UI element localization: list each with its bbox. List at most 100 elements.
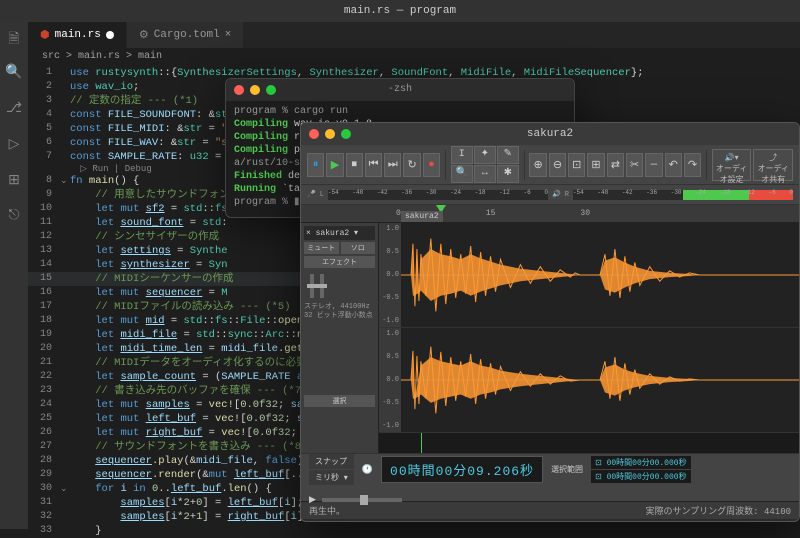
fold-gutter[interactable] xyxy=(60,510,70,524)
code-content[interactable]: fn main() { xyxy=(70,174,139,188)
tab-cargo-toml[interactable]: ⚙ Cargo.toml × xyxy=(127,22,245,48)
code-line[interactable]: 33 } xyxy=(28,524,800,538)
mic-icon[interactable]: 🎤 xyxy=(307,190,316,199)
terminal-titlebar[interactable]: -zsh xyxy=(226,79,574,101)
fold-gutter[interactable] xyxy=(60,94,70,108)
play-speed-slider[interactable] xyxy=(322,498,402,502)
audio-settings-button[interactable]: 🔊▾ オーディオ設定 xyxy=(712,149,752,181)
solo-button[interactable]: ソロ xyxy=(341,242,376,254)
snap-unit-dropdown[interactable]: ミリ秒 ▾ xyxy=(309,470,354,485)
fold-gutter[interactable] xyxy=(60,202,70,216)
select-track-button[interactable]: 選択 xyxy=(304,395,375,407)
fold-gutter[interactable] xyxy=(60,258,70,272)
zoom-tool[interactable]: 🔍 xyxy=(451,165,473,183)
skip-end-button[interactable]: ⏭ xyxy=(384,153,401,177)
zoom-traffic-icon[interactable] xyxy=(341,129,351,139)
code-content[interactable]: let mut sf2 = std::fs xyxy=(70,202,228,216)
fold-gutter[interactable] xyxy=(60,66,70,80)
code-content[interactable]: let mut samples = vec![0.0f32; samp xyxy=(70,398,316,412)
fold-gutter[interactable] xyxy=(60,496,70,510)
redo-button[interactable]: ↷ xyxy=(684,153,701,177)
code-content[interactable]: // サウンドフォントを書き込み --- (*8) xyxy=(70,440,307,454)
zoom-traffic-icon[interactable] xyxy=(266,85,276,95)
code-content[interactable]: let synthesizer = Syn xyxy=(70,258,228,272)
fold-gutter[interactable] xyxy=(60,216,70,230)
undo-button[interactable]: ↶ xyxy=(665,153,682,177)
audacity-window[interactable]: sakura2 ⏸ ▶ ⏹ ⏮ ⏭ ↻ ● I ✦ ✎ 🔍 ↔ ✱ ⊕ ⊖ ⊡ … xyxy=(300,122,800,522)
selection-tool[interactable]: I xyxy=(451,146,473,164)
fold-gutter[interactable] xyxy=(60,412,70,426)
fold-gutter[interactable] xyxy=(60,314,70,328)
close-traffic-icon[interactable] xyxy=(309,129,319,139)
pan-slider[interactable] xyxy=(320,274,324,298)
fit-project-button[interactable]: ⊞ xyxy=(587,153,604,177)
fold-gutter[interactable]: ⌄ xyxy=(60,174,70,188)
waveform-area[interactable]: sakura2 1.00.50.0-0.5-1.0 1.00.50.0-0.5-… xyxy=(379,223,799,453)
fold-gutter[interactable] xyxy=(60,468,70,482)
code-content[interactable]: const FILE_WAV: &str = "s xyxy=(70,136,228,150)
code-content[interactable]: samples[i*2+1] = right_buf[i]; xyxy=(70,510,310,524)
fold-gutter[interactable] xyxy=(60,440,70,454)
tab-main-rs[interactable]: ⬢ main.rs xyxy=(28,22,127,48)
play-meter[interactable]: -54-48-42-36-30-24-18-12-60 xyxy=(573,190,793,200)
gain-slider[interactable] xyxy=(310,274,314,298)
timeline-ruler[interactable]: 0 15 30 xyxy=(301,205,799,223)
fold-gutter[interactable] xyxy=(60,426,70,440)
code-content[interactable]: sequencer.play(&midi_file, false); xyxy=(70,454,310,468)
fold-gutter[interactable] xyxy=(60,286,70,300)
multi-tool[interactable]: ✱ xyxy=(497,165,519,183)
silence-button[interactable]: — xyxy=(645,153,662,177)
breadcrumb[interactable]: src > main.rs > main xyxy=(0,48,800,66)
code-content[interactable]: let settings = Synthe xyxy=(70,244,228,258)
fold-gutter[interactable] xyxy=(60,272,70,286)
extensions-icon[interactable]: ⊞ xyxy=(5,172,23,190)
fold-gutter[interactable] xyxy=(60,384,70,398)
code-content[interactable]: // MIDIデータをオーディオ化するのに必要なサン xyxy=(70,356,338,370)
fold-gutter[interactable] xyxy=(60,188,70,202)
search-icon[interactable]: 🔍 xyxy=(5,64,23,82)
minimize-traffic-icon[interactable] xyxy=(250,85,260,95)
selection-start-display[interactable]: ⊡ 00時間00分00.000秒 xyxy=(591,456,691,469)
pause-button[interactable]: ⏸ xyxy=(307,153,324,177)
selection-end-display[interactable]: ⊡ 00時間00分00.000秒 xyxy=(591,470,691,483)
debug-icon[interactable]: ▷ xyxy=(5,136,23,154)
fold-gutter[interactable] xyxy=(60,80,70,94)
time-position-display[interactable]: 00時間00分09.206秒 xyxy=(381,456,543,483)
fold-gutter[interactable] xyxy=(60,108,70,122)
waveform-channel-left[interactable]: 1.00.50.0-0.5-1.0 xyxy=(379,223,799,328)
code-content[interactable]: let midi_file = std::sync::Arc::new(Mi xyxy=(70,328,335,342)
code-content[interactable]: // シンセサイザーの作成 xyxy=(70,230,219,244)
fold-gutter[interactable] xyxy=(60,230,70,244)
fold-gutter[interactable] xyxy=(60,328,70,342)
source-control-icon[interactable]: ⎇ xyxy=(5,100,23,118)
mute-button[interactable]: ミュート xyxy=(304,242,339,254)
zoom-in-button[interactable]: ⊕ xyxy=(529,153,546,177)
explorer-icon[interactable]: 🗎 xyxy=(5,28,23,46)
zoom-out-button[interactable]: ⊖ xyxy=(549,153,566,177)
code-content[interactable]: const FILE_SOUNDFONT: &st xyxy=(70,108,228,122)
speaker-icon[interactable]: 🔊 xyxy=(552,190,561,199)
fold-gutter[interactable] xyxy=(60,398,70,412)
stop-button[interactable]: ⏹ xyxy=(346,153,363,177)
code-content[interactable]: } xyxy=(70,524,102,538)
code-content[interactable]: // MIDIシーケンサーの作成 xyxy=(70,272,234,286)
code-content[interactable]: const SAMPLE_RATE: u32 = 4 xyxy=(70,150,234,164)
fold-gutter[interactable] xyxy=(60,370,70,384)
code-content[interactable]: samples[i*2+0] = left_buf[i]; xyxy=(70,496,303,510)
remote-icon[interactable]: ⎋ xyxy=(5,208,23,226)
fold-gutter[interactable] xyxy=(60,524,70,538)
fold-gutter[interactable] xyxy=(60,356,70,370)
minimize-traffic-icon[interactable] xyxy=(325,129,335,139)
fold-gutter[interactable] xyxy=(60,342,70,356)
code-content[interactable]: sequencer.render(&mut left_buf[..], &m xyxy=(70,468,335,482)
trim-button[interactable]: ✂ xyxy=(626,153,643,177)
zoom-toggle-button[interactable]: ⇄ xyxy=(607,153,624,177)
code-content[interactable]: // 定数の指定 --- (*1) xyxy=(70,94,198,108)
code-content[interactable]: let mut right_buf = vec![0.0f32; sam xyxy=(70,426,322,440)
clip-label[interactable]: sakura2 xyxy=(401,211,443,222)
fit-selection-button[interactable]: ⊡ xyxy=(568,153,585,177)
effects-button[interactable]: エフェクト xyxy=(304,256,375,268)
code-content[interactable]: let mut sequencer = M xyxy=(70,286,228,300)
audio-share-button[interactable]: ⤴ オーディオ共有 xyxy=(753,149,793,181)
code-content[interactable]: let midi_time_len = midi_file.get_len xyxy=(70,342,328,356)
